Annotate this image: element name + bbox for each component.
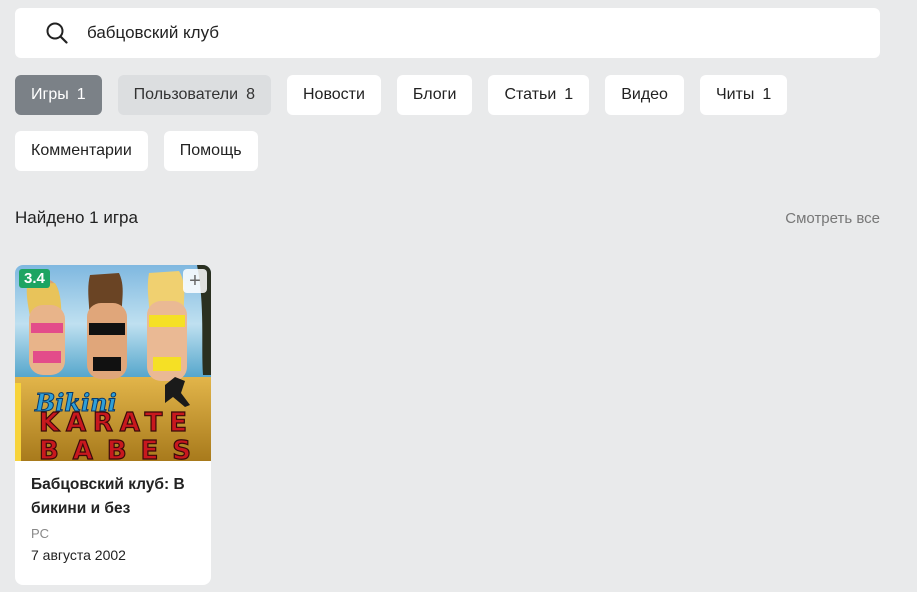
tab-label: Игры: [31, 86, 69, 103]
plus-icon: +: [189, 270, 201, 292]
game-platform: PC: [31, 526, 50, 541]
tab-games[interactable]: Игры 1: [15, 75, 102, 115]
tab-help[interactable]: Помощь: [163, 131, 258, 171]
search-input[interactable]: [87, 23, 867, 43]
see-all-link[interactable]: Смотреть все: [785, 210, 880, 227]
tab-label: Статьи: [504, 86, 557, 103]
game-release-date: 7 августа 2002: [31, 547, 126, 563]
tab-comments[interactable]: Комментарии: [15, 131, 148, 171]
search-icon: [46, 22, 68, 44]
add-to-list-button[interactable]: +: [183, 269, 207, 293]
tab-label: Читы: [715, 86, 755, 103]
filter-tabs: Игры 1 Пользователи 8 Новости Блоги Стат…: [15, 75, 895, 187]
tab-news[interactable]: Новости: [286, 75, 381, 115]
filter-row-1: Игры 1 Пользователи 8 Новости Блоги Стат…: [15, 75, 895, 115]
tab-count: 1: [762, 86, 772, 103]
tab-label: Новости: [302, 86, 365, 103]
tab-users[interactable]: Пользователи 8: [117, 75, 271, 115]
tab-count: 1: [564, 86, 574, 103]
results-count: Найдено 1 игра: [15, 208, 138, 227]
tab-articles[interactable]: Статьи 1: [488, 75, 590, 115]
search-bar[interactable]: [15, 8, 880, 58]
tab-label: Пользователи: [133, 86, 239, 103]
tab-label: Блоги: [412, 86, 457, 103]
filter-row-2: Комментарии Помощь: [15, 131, 895, 171]
tab-label: Помощь: [179, 142, 242, 159]
game-card[interactable]: Bikini KARATE BABES 3.4 + Бабцовский клу…: [15, 265, 211, 585]
game-cover[interactable]: Bikini KARATE BABES 3.4 +: [15, 265, 211, 461]
cover-image: Bikini KARATE BABES: [15, 265, 211, 461]
tab-cheats[interactable]: Читы 1: [699, 75, 788, 115]
tab-label: Видео: [621, 86, 668, 103]
rating-badge: 3.4: [19, 269, 50, 288]
tab-label: Комментарии: [31, 142, 132, 159]
tab-blogs[interactable]: Блоги: [396, 75, 473, 115]
tab-video[interactable]: Видео: [605, 75, 684, 115]
game-card-body: Бабцовский клуб: В бикини и без PC 7 авг…: [15, 461, 211, 575]
game-title[interactable]: Бабцовский клуб: В бикини и без: [31, 473, 195, 521]
tab-count: 1: [76, 86, 86, 103]
tab-count: 8: [246, 86, 255, 103]
